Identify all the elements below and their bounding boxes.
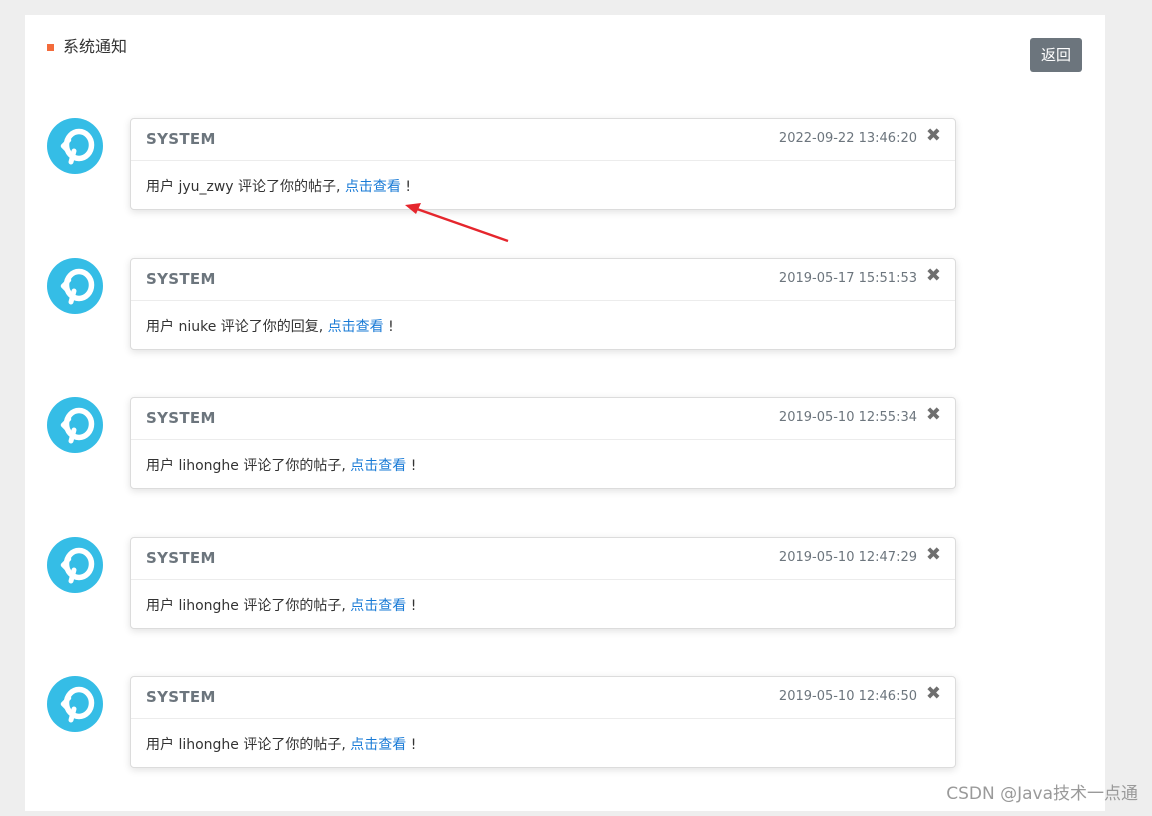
notice-time: 2019-05-10 12:55:34 [778, 410, 917, 425]
notice-text: 用户 jyu_zwy 评论了你的帖子, [146, 179, 345, 195]
notice-header: SYSTEM 2019-05-17 15:51:53 ✖ [131, 259, 955, 301]
notice-sender: SYSTEM [146, 409, 216, 427]
view-link[interactable]: 点击查看 [350, 598, 406, 614]
notice-suffix: ! [406, 458, 417, 474]
list-item: SYSTEM 2019-05-10 12:55:34 ✖ 用户 lihonghe… [25, 397, 1105, 537]
list-item: SYSTEM 2022-09-22 13:46:20 ✖ 用户 jyu_zwy … [25, 118, 1105, 258]
system-logo-icon [47, 676, 103, 732]
system-logo-icon [47, 118, 103, 174]
notice-list: SYSTEM 2022-09-22 13:46:20 ✖ 用户 jyu_zwy … [25, 118, 1105, 816]
notice-time: 2019-05-10 12:46:50 [778, 689, 917, 704]
view-link[interactable]: 点击查看 [350, 458, 406, 474]
notice-text: 用户 lihonghe 评论了你的帖子, [146, 597, 351, 614]
system-logo-icon [47, 536, 103, 593]
notice-suffix: ! [406, 597, 417, 614]
notice-panel: 系统通知 返回 SYSTEM 2022-09-22 13:46:20 ✖ 用户 … [25, 15, 1105, 811]
notice-time: 2019-05-17 15:51:53 [778, 270, 917, 286]
notice-text: 用户 lihonghe 评论了你的帖子, [146, 737, 351, 753]
view-link[interactable]: 点击查看 [328, 319, 384, 335]
system-logo-icon [47, 397, 103, 453]
view-link[interactable]: 点击查看 [345, 179, 401, 195]
view-link[interactable]: 点击查看 [350, 737, 406, 753]
notice-text: 用户 lihonghe 评论了你的帖子, [146, 458, 351, 474]
notice-suffix: ! [383, 318, 394, 335]
list-item: SYSTEM 2019-05-17 15:51:53 ✖ 用户 niuke 评论… [25, 257, 1105, 398]
notice-body: 用户 lihonghe 评论了你的帖子, 点击查看 ! [146, 455, 416, 475]
notice-text: 用户 niuke 评论了你的回复, [146, 318, 328, 335]
notice-card: SYSTEM 2019-05-10 12:55:34 ✖ 用户 lihonghe… [130, 397, 956, 489]
back-button[interactable]: 返回 [1030, 38, 1082, 72]
list-item: SYSTEM 2019-05-10 12:47:29 ✖ 用户 lihonghe… [25, 536, 1105, 677]
notice-header: SYSTEM 2022-09-22 13:46:20 ✖ [131, 119, 955, 161]
notice-card: SYSTEM 2019-05-10 12:47:29 ✖ 用户 lihonghe… [130, 536, 956, 629]
notice-suffix: ! [406, 737, 417, 753]
close-icon[interactable]: ✖ [926, 266, 941, 285]
page-header: 系统通知 返回 [25, 15, 1105, 85]
page-title: 系统通知 [63, 37, 128, 56]
notice-body: 用户 lihonghe 评论了你的帖子, 点击查看 ! [146, 595, 416, 615]
notice-header: SYSTEM 2019-05-10 12:55:34 ✖ [131, 398, 955, 440]
notice-time: 2022-09-22 13:46:20 [778, 131, 917, 146]
title-marker-icon [47, 44, 54, 51]
notice-sender: SYSTEM [146, 548, 216, 567]
notice-header: SYSTEM 2019-05-10 12:47:29 ✖ [131, 538, 955, 580]
notice-suffix: ! [400, 179, 411, 195]
notice-card: SYSTEM 2022-09-22 13:46:20 ✖ 用户 jyu_zwy … [130, 118, 956, 210]
close-icon[interactable]: ✖ [926, 406, 941, 424]
watermark: CSDN @Java技术一点通 [946, 784, 1138, 804]
notice-sender: SYSTEM [146, 269, 216, 288]
list-item: SYSTEM 2019-05-10 12:46:50 ✖ 用户 lihonghe… [25, 676, 1105, 816]
close-icon[interactable]: ✖ [926, 545, 941, 564]
notice-sender: SYSTEM [146, 130, 216, 148]
notice-body: 用户 jyu_zwy 评论了你的帖子, 点击查看 ! [146, 176, 411, 196]
notice-body: 用户 niuke 评论了你的回复, 点击查看 ! [146, 316, 394, 336]
notice-body: 用户 lihonghe 评论了你的帖子, 点击查看 ! [146, 734, 416, 754]
notice-card: SYSTEM 2019-05-17 15:51:53 ✖ 用户 niuke 评论… [130, 257, 956, 350]
notice-time: 2019-05-10 12:47:29 [778, 549, 917, 565]
close-icon[interactable]: ✖ [926, 127, 941, 145]
system-logo-icon [47, 257, 103, 314]
notice-header: SYSTEM 2019-05-10 12:46:50 ✖ [131, 677, 955, 719]
notice-sender: SYSTEM [146, 688, 216, 706]
close-icon[interactable]: ✖ [926, 685, 941, 703]
notice-card: SYSTEM 2019-05-10 12:46:50 ✖ 用户 lihonghe… [130, 676, 956, 768]
